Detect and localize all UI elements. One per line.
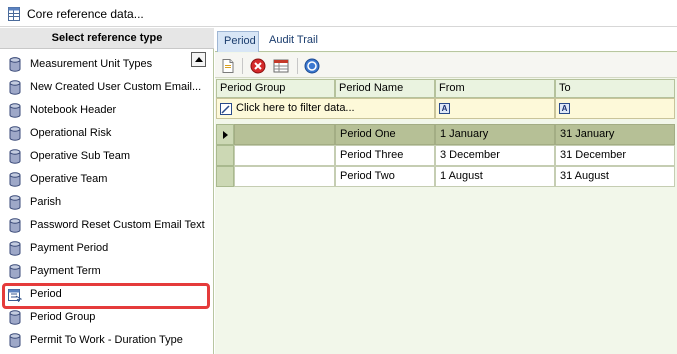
cell-period-name[interactable]: Period One	[335, 124, 435, 145]
tab-audit-trail[interactable]: Audit Trail	[263, 31, 335, 52]
sidebar-item-password-reset-custom-email-text[interactable]: Password Reset Custom Email Text	[0, 214, 214, 237]
text-filter-icon[interactable]: A	[439, 103, 450, 114]
new-icon[interactable]	[220, 58, 236, 74]
sidebar-item-label: Operational Risk	[30, 127, 112, 139]
database-icon	[9, 126, 21, 141]
sidebar-item-label: Measurement Unit Types	[30, 58, 153, 70]
column-header-from[interactable]: From	[435, 79, 555, 98]
cell-period-group[interactable]	[234, 166, 335, 187]
toolbar-separator	[242, 58, 243, 74]
row-selector[interactable]	[216, 166, 234, 187]
filter-edit-icon	[220, 103, 232, 115]
table-icon	[8, 7, 20, 21]
sidebar-item-payment-term[interactable]: Payment Term	[0, 260, 214, 283]
tab-period[interactable]: Period	[217, 31, 259, 52]
row-selector[interactable]	[216, 145, 234, 166]
cell-period-group[interactable]	[234, 145, 335, 166]
sidebar-item-payment-period[interactable]: Payment Period	[0, 237, 214, 260]
sidebar-item-measurement-unit-types[interactable]: Measurement Unit Types	[0, 53, 214, 76]
grid-options-icon[interactable]	[273, 58, 289, 74]
database-icon	[9, 333, 21, 348]
filter-cell-period-group[interactable]: Click here to filter data...	[216, 98, 435, 119]
cell-period-name[interactable]: Period Three	[335, 145, 435, 166]
sidebar-item-label: Period Group	[30, 311, 96, 323]
column-header-to[interactable]: To	[555, 79, 675, 98]
sidebar-item-label: Password Reset Custom Email Text	[30, 219, 205, 231]
database-icon	[9, 264, 21, 279]
delete-icon[interactable]	[250, 58, 266, 74]
window-titlebar: Core reference data...	[0, 0, 677, 27]
help-icon[interactable]	[304, 58, 320, 74]
toolbar-separator	[297, 58, 298, 74]
cell-to[interactable]: 31 January	[555, 124, 675, 145]
database-icon	[9, 149, 21, 164]
sidebar-item-new-created-user-custom-email[interactable]: New Created User Custom Email...	[0, 76, 214, 99]
sidebar-item-period-group[interactable]: Period Group	[0, 306, 214, 329]
sidebar-item-label: Notebook Header	[30, 104, 117, 116]
filter-placeholder: Click here to filter data...	[236, 102, 355, 114]
filter-cell-from[interactable]: A	[435, 98, 555, 119]
cell-period-name[interactable]: Period Two	[335, 166, 435, 187]
sidebar-item-label: Payment Term	[30, 265, 101, 277]
database-icon	[9, 80, 21, 95]
reference-type-panel: Select reference type Measurement Unit T…	[0, 28, 214, 354]
sidebar-item-parish[interactable]: Parish	[0, 191, 214, 214]
database-icon	[9, 57, 21, 72]
selection-highlight	[2, 283, 210, 309]
panel-header: Select reference type	[0, 28, 214, 49]
text-filter-icon[interactable]: A	[559, 103, 570, 114]
cell-from[interactable]: 1 January	[435, 124, 555, 145]
sidebar-item-label: New Created User Custom Email...	[30, 81, 202, 93]
detail-panel: Period Audit Trail Period Group Period N…	[215, 28, 677, 354]
sidebar-item-notebook-header[interactable]: Notebook Header	[0, 99, 214, 122]
sidebar-item-label: Operative Team	[30, 173, 108, 185]
grid-toolbar	[215, 53, 677, 78]
column-header-period-group[interactable]: Period Group	[216, 79, 335, 98]
database-icon	[9, 241, 21, 256]
database-icon	[9, 310, 21, 325]
cell-to[interactable]: 31 December	[555, 145, 675, 166]
database-icon	[9, 218, 21, 233]
sidebar-item-label: Operative Sub Team	[30, 150, 131, 162]
tab-strip: Period Audit Trail	[215, 28, 677, 52]
cell-period-group[interactable]	[234, 124, 335, 145]
column-header-period-name[interactable]: Period Name	[335, 79, 435, 98]
window-title: Core reference data...	[27, 7, 144, 21]
sidebar-item-label: Parish	[30, 196, 62, 208]
sidebar-item-label: Permit To Work - Duration Type	[30, 334, 183, 346]
database-icon	[9, 103, 21, 118]
cell-from[interactable]: 1 August	[435, 166, 555, 187]
cell-from[interactable]: 3 December	[435, 145, 555, 166]
sidebar-item-label: Payment Period	[30, 242, 109, 254]
filter-cell-to[interactable]: A	[555, 98, 675, 119]
cell-to[interactable]: 31 August	[555, 166, 675, 187]
sidebar-item-operative-sub-team[interactable]: Operative Sub Team	[0, 145, 214, 168]
database-icon	[9, 172, 21, 187]
sidebar-item-permit-to-work-duration-type[interactable]: Permit To Work - Duration Type	[0, 329, 214, 352]
row-pointer-icon	[223, 131, 228, 139]
sidebar-item-operational-risk[interactable]: Operational Risk	[0, 122, 214, 145]
sidebar-item-operative-team[interactable]: Operative Team	[0, 168, 214, 191]
database-icon	[9, 195, 21, 210]
row-selector[interactable]	[216, 124, 234, 145]
